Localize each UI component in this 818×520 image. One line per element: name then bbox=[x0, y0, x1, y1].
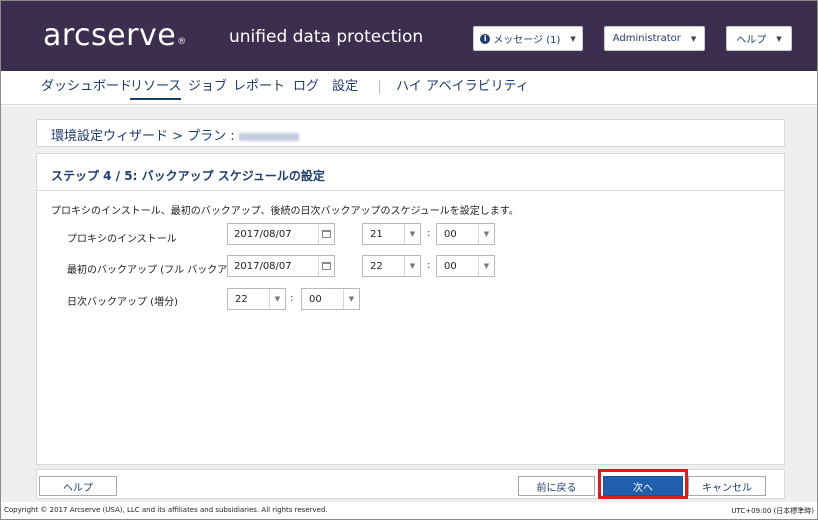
help-button[interactable]: ヘルプ bbox=[39, 476, 117, 496]
back-button[interactable]: 前に戻る bbox=[518, 476, 595, 496]
product-name: unified data protection bbox=[229, 27, 424, 47]
info-icon: i bbox=[480, 33, 491, 44]
nav-reports[interactable]: レポート bbox=[233, 79, 285, 95]
first-backup-label: 最初のバックアップ (フル バックアップ) bbox=[67, 265, 252, 276]
first-backup-hour-select[interactable]: 22 ▼ bbox=[362, 255, 421, 277]
proxy-install-minute-select[interactable]: 00 ▼ bbox=[436, 223, 495, 245]
chevron-down-icon: ▼ bbox=[478, 256, 494, 276]
calendar-icon[interactable] bbox=[318, 224, 334, 244]
chevron-down-icon: ▼ bbox=[343, 289, 359, 309]
redacted-plan-name bbox=[238, 132, 299, 141]
app-header: arcserve® unified data protection i メッセー… bbox=[1, 1, 817, 71]
proxy-install-hour-select[interactable]: 21 ▼ bbox=[362, 223, 421, 245]
chevron-down-icon: ▼ bbox=[478, 224, 494, 244]
chevron-down-icon: ▼ bbox=[269, 289, 285, 309]
next-button-highlight bbox=[598, 469, 688, 499]
arcserve-logo: arcserve® bbox=[43, 18, 187, 53]
chevron-down-icon: ▼ bbox=[776, 34, 782, 43]
messages-button[interactable]: i メッセージ (1) ▼ bbox=[473, 26, 583, 51]
nav-high-availability[interactable]: ハイ アベイラビリティ bbox=[396, 79, 529, 95]
nav-dashboard[interactable]: ダッシュボード bbox=[41, 79, 132, 95]
nav-logs[interactable]: ログ bbox=[293, 79, 319, 95]
time-separator: : bbox=[427, 228, 431, 239]
daily-backup-hour-select[interactable]: 22 ▼ bbox=[227, 288, 286, 310]
time-separator: : bbox=[427, 260, 431, 271]
chevron-down-icon: ▼ bbox=[570, 34, 576, 43]
chevron-down-icon: ▼ bbox=[404, 224, 420, 244]
step-description: プロキシのインストール、最初のバックアップ、後続の日次バックアップのスケジュール… bbox=[51, 206, 519, 217]
first-backup-date-field[interactable]: 2017/08/07 bbox=[227, 255, 335, 277]
divider bbox=[37, 190, 784, 191]
copyright-text: Copyright © 2017 Arcserve (USA), LLC and… bbox=[4, 506, 328, 514]
nav-jobs[interactable]: ジョブ bbox=[188, 79, 227, 95]
timezone-text: UTC+09:00 (日本標準時) bbox=[731, 507, 814, 515]
help-menu-button[interactable]: ヘルプ ▼ bbox=[726, 26, 792, 51]
wizard-panel: ステップ 4 / 5: バックアップ スケジュールの設定 プロキシのインストール… bbox=[36, 153, 785, 465]
messages-label: メッセージ (1) bbox=[493, 35, 561, 46]
chevron-down-icon: ▼ bbox=[404, 256, 420, 276]
proxy-install-date-field[interactable]: 2017/08/07 bbox=[227, 223, 335, 245]
daily-backup-label: 日次バックアップ (増分) bbox=[67, 297, 178, 308]
user-label: Administrator bbox=[612, 33, 681, 44]
help-label: ヘルプ bbox=[736, 35, 767, 46]
chevron-down-icon: ▼ bbox=[690, 34, 697, 43]
nav-resources[interactable]: リソース bbox=[130, 79, 182, 100]
daily-backup-minute-select[interactable]: 00 ▼ bbox=[301, 288, 360, 310]
time-separator: : bbox=[290, 293, 294, 304]
wizard-title: 環境設定ウィザード > プラン : bbox=[51, 125, 299, 144]
step-title: ステップ 4 / 5: バックアップ スケジュールの設定 bbox=[51, 169, 325, 183]
nav-settings[interactable]: 設定 bbox=[332, 79, 358, 95]
nav-divider bbox=[379, 80, 380, 94]
first-backup-minute-select[interactable]: 00 ▼ bbox=[436, 255, 495, 277]
proxy-install-label: プロキシのインストール bbox=[67, 234, 177, 245]
calendar-icon[interactable] bbox=[318, 256, 334, 276]
user-menu-button[interactable]: Administrator ▼ bbox=[604, 26, 705, 51]
wizard-title-bar: 環境設定ウィザード > プラン : bbox=[36, 119, 785, 147]
cancel-button[interactable]: キャンセル bbox=[688, 476, 766, 496]
main-nav: ダッシュボード リソース ジョブ レポート ログ 設定 ハイ アベイラビリティ bbox=[1, 71, 817, 105]
